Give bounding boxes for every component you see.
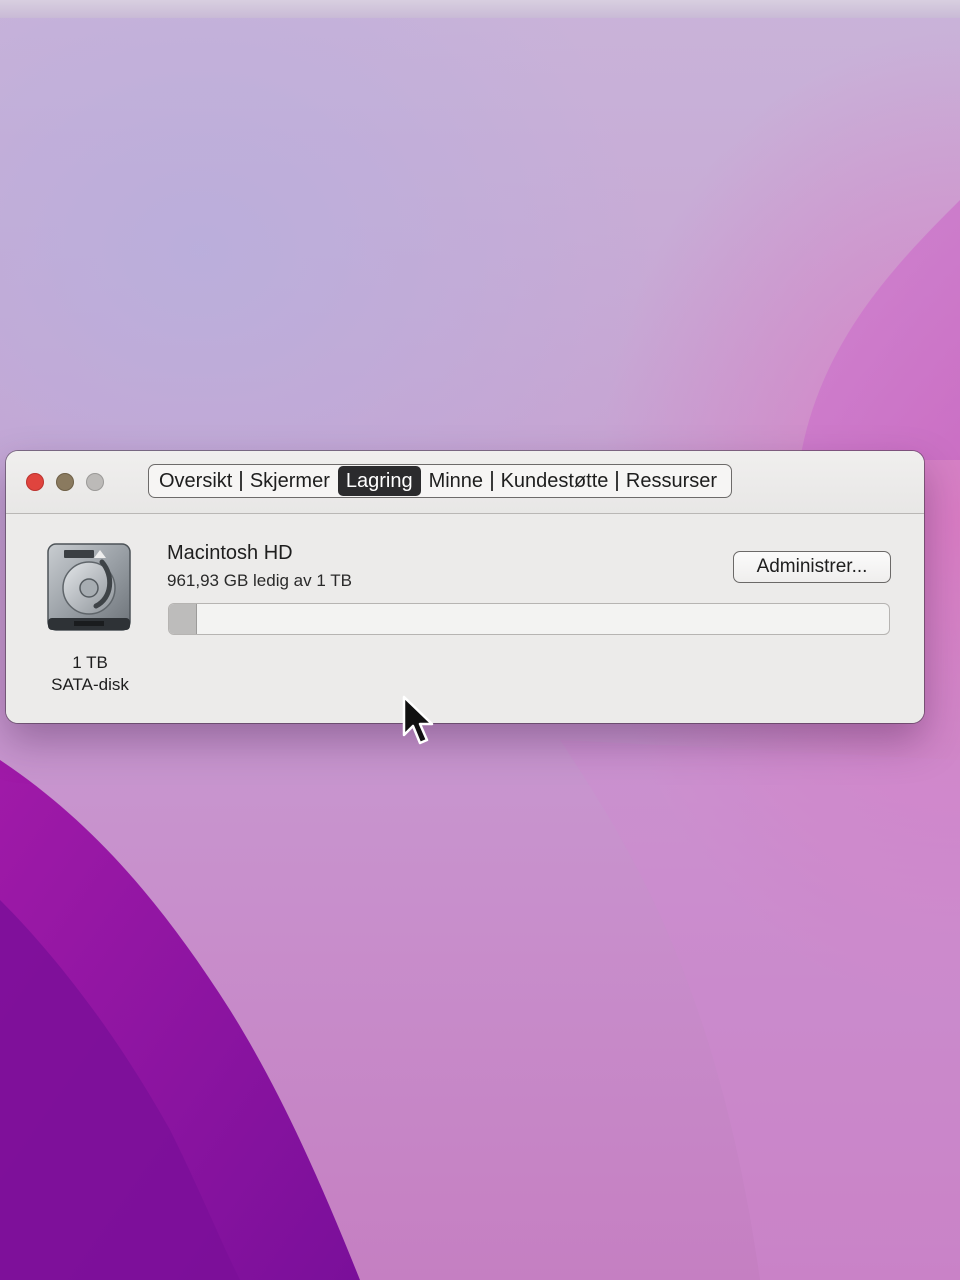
storage-usage-bar	[168, 603, 890, 635]
about-this-mac-window: Oversikt Skjermer Lagring Minne Kundestø…	[6, 451, 924, 723]
zoom-button[interactable]	[86, 473, 104, 491]
tab-kundestotte[interactable]: Kundestøtte	[493, 466, 617, 496]
tab-oversikt[interactable]: Oversikt	[151, 466, 240, 496]
disk-caption: 1 TB SATA-disk	[30, 652, 150, 696]
disk-size: 1 TB	[72, 653, 108, 672]
title-bar: Oversikt Skjermer Lagring Minne Kundestø…	[6, 451, 924, 514]
tab-minne[interactable]: Minne	[421, 466, 491, 496]
close-button[interactable]	[26, 473, 44, 491]
mouse-pointer-icon	[401, 695, 437, 747]
manage-button[interactable]: Administrer...	[733, 551, 891, 583]
hard-drive-icon	[44, 542, 134, 636]
menu-bar-strip	[0, 0, 960, 18]
storage-panel: 1 TB SATA-disk Macintosh HD 961,93 GB le…	[6, 514, 924, 723]
tab-bar: Oversikt Skjermer Lagring Minne Kundestø…	[148, 464, 733, 498]
volume-free-space: 961,93 GB ledig av 1 TB	[167, 571, 352, 590]
volume-name: Macintosh HD	[167, 542, 293, 564]
tab-ressurser[interactable]: Ressurser	[618, 466, 725, 496]
disk-type: SATA-disk	[51, 675, 129, 694]
tab-skjermer[interactable]: Skjermer	[242, 466, 338, 496]
storage-usage-fill	[169, 604, 198, 634]
tab-lagring[interactable]: Lagring	[337, 466, 421, 496]
minimize-button[interactable]	[56, 473, 74, 491]
